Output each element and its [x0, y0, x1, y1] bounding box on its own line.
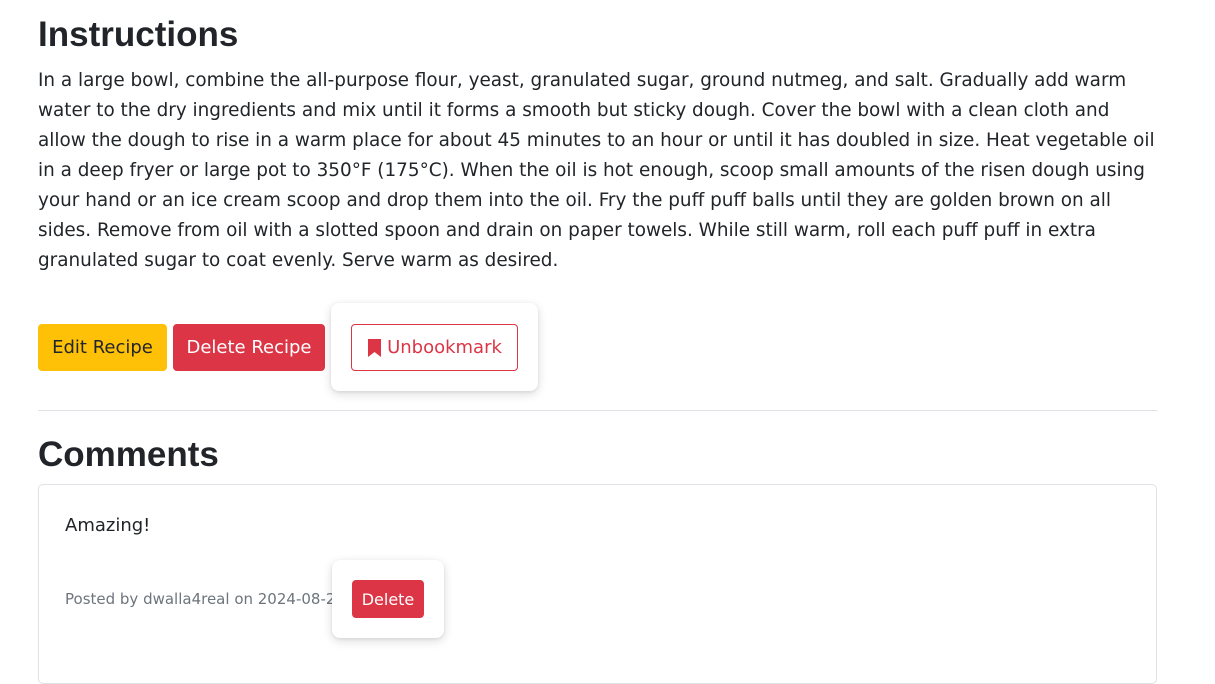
instructions-text: In a large bowl, combine the all-purpose… [38, 70, 1155, 271]
bookmark-card: Unbookmark [331, 303, 538, 391]
delete-recipe-button[interactable]: Delete Recipe [173, 324, 325, 371]
comment-text: Amazing! [65, 515, 151, 536]
edit-recipe-button[interactable]: Edit Recipe [38, 324, 167, 371]
section-divider [38, 410, 1157, 411]
unbookmark-button[interactable]: Unbookmark [351, 324, 518, 371]
recipe-actions: Edit Recipe Delete Recipe Unbookmark [38, 303, 638, 393]
comment-meta: Posted by dwalla4real on 2024-08-25 [65, 590, 345, 608]
delete-comment-button[interactable]: Delete [352, 580, 424, 618]
comment-delete-card: Delete [332, 560, 444, 638]
comments-heading: Comments [38, 435, 219, 474]
unbookmark-label: Unbookmark [387, 337, 502, 358]
comment-card: Amazing! Posted by dwalla4real on 2024-0… [38, 484, 1157, 684]
bookmark-fill-icon [367, 338, 382, 357]
instructions-heading: Instructions [38, 15, 239, 54]
